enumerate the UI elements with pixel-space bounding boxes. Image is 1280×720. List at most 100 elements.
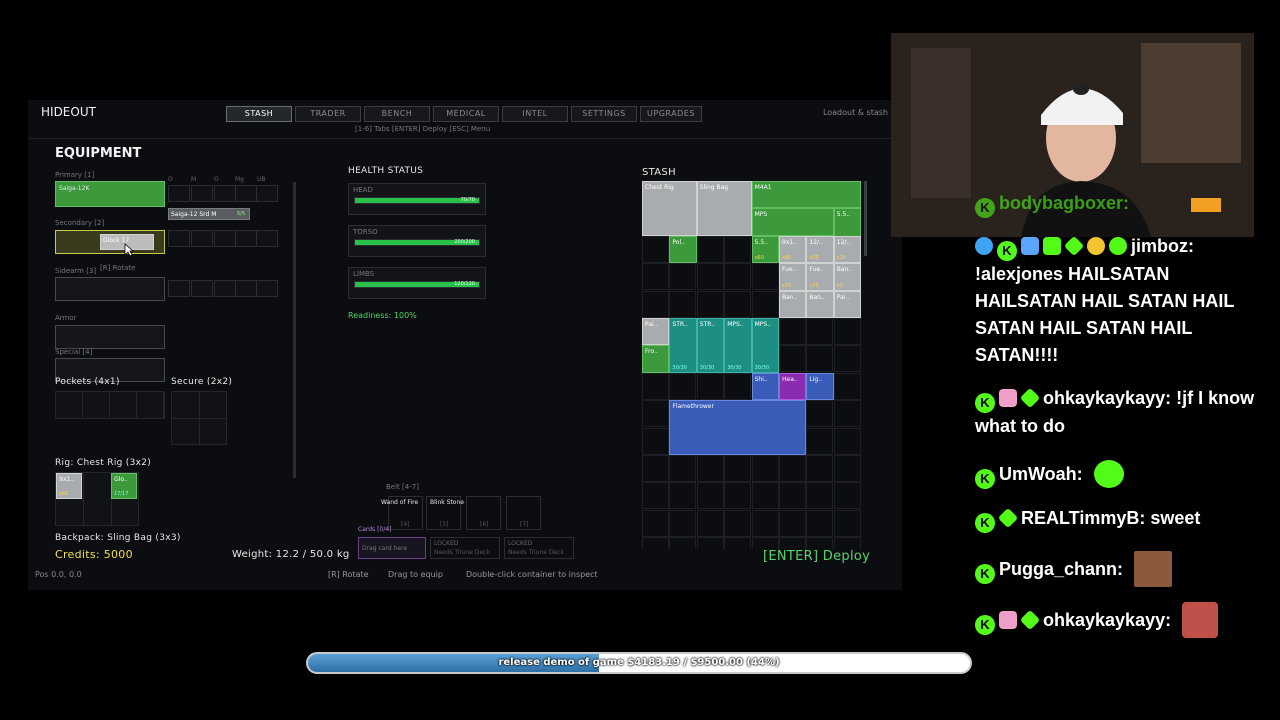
secure-grid[interactable] [171,391,227,445]
tab-settings[interactable]: SETTINGS [571,106,637,122]
stash-cell[interactable] [724,482,752,510]
stash-cell[interactable] [751,263,779,291]
mod-slot[interactable] [191,280,213,297]
stash-item[interactable]: STR.. 30/30 [669,318,697,373]
stash-cell[interactable] [642,427,669,455]
stash-cell[interactable] [779,455,806,482]
stash-cell[interactable] [642,400,669,428]
tab-bench[interactable]: BENCH [364,106,430,122]
chat-username[interactable]: REALTimmyB: [1021,508,1145,528]
mod-slot[interactable] [235,185,257,202]
stash-item[interactable]: Pai.. [642,318,670,346]
stash-cell[interactable] [833,482,861,510]
mod-slot[interactable] [214,185,236,202]
stash-cell[interactable] [806,537,834,549]
stash-cell[interactable] [806,455,834,482]
stash-cell[interactable] [696,372,724,400]
stash-item[interactable]: 5.5.. x60 [751,235,779,264]
armor-slot[interactable] [55,325,165,349]
stash-cell[interactable] [669,509,697,537]
stash-item[interactable]: 12/.. x20 [806,235,834,264]
stash-item[interactable]: M4A1 [751,181,861,209]
stash-cell[interactable] [669,455,697,482]
stash-cell[interactable] [669,290,697,318]
stash-cell[interactable] [642,455,669,482]
stash-scrollbar[interactable] [864,181,867,256]
stash-cell[interactable] [833,509,861,537]
stash-item[interactable]: Fro.. [642,345,670,373]
tab-medical[interactable]: MEDICAL [433,106,499,122]
mod-slot[interactable] [256,280,278,297]
mod-slot[interactable] [168,280,190,297]
stash-cell[interactable] [779,537,806,549]
tab-intel[interactable]: INTEL [502,106,568,122]
stash-cell[interactable] [833,318,861,345]
stash-cell[interactable] [806,318,834,345]
stash-item[interactable]: Ban.. x3 [833,263,861,291]
primary-slot[interactable]: Saiga-12K [55,181,165,207]
mod-slot[interactable] [256,185,278,202]
stash-cell[interactable] [696,455,724,482]
stash-item[interactable]: MPS.. 30/30 [724,318,752,373]
stash-cell[interactable] [642,509,669,537]
stash-item[interactable]: MPS [751,208,834,236]
stash-cell[interactable] [696,235,724,263]
secondary-slot[interactable]: Glock 17 [55,230,165,254]
mod-slot[interactable] [168,185,190,202]
stash-cell[interactable] [696,482,724,510]
stash-cell[interactable] [833,372,861,400]
pockets-grid[interactable] [55,391,165,419]
tab-upgrades[interactable]: UPGRADES [640,106,702,122]
stash-item[interactable]: Lig.. [806,372,834,401]
stash-cell[interactable] [751,509,779,537]
stash-cell[interactable] [751,455,779,482]
stash-cell[interactable] [751,290,779,318]
stash-item[interactable]: Ban.. [806,290,834,318]
chat-username[interactable]: UmWoah: [999,464,1083,484]
stash-cell[interactable] [724,290,752,318]
stash-item[interactable]: Flamethrower [669,400,807,455]
stash-item[interactable]: Pol.. [669,235,697,264]
mod-slot[interactable] [235,280,257,297]
tab-stash[interactable]: STASH [226,106,292,122]
stash-cell[interactable] [696,290,724,318]
card-slot[interactable]: Drag card here [358,537,426,559]
stash-item[interactable]: Sling Bag [696,181,752,236]
mod-slot[interactable] [191,230,213,247]
rig-item[interactable]: 9x1.. x60 [56,473,82,499]
rig-item[interactable]: Glo.. 17/17 [111,473,137,499]
stash-cell[interactable] [642,372,669,400]
stash-grid[interactable]: Chest Rig Sling Bag M4A1 MPS 5.5.. x60 Pol.. 5.… [642,181,861,549]
stash-cell[interactable] [806,509,834,537]
stash-cell[interactable] [642,235,669,263]
stash-cell[interactable] [833,400,861,428]
stash-cell[interactable] [724,455,752,482]
stash-cell[interactable] [779,509,806,537]
stash-cell[interactable] [642,537,669,549]
stash-cell[interactable] [724,263,752,291]
stash-cell[interactable] [779,318,806,345]
stash-cell[interactable] [806,427,834,455]
mod-slot[interactable] [191,185,213,202]
stash-item[interactable]: Fue.. x75 [779,263,807,291]
stash-item[interactable]: 12/.. x20 [833,235,861,264]
stash-item[interactable]: Chest Rig [642,181,697,236]
mod-slot[interactable] [214,280,236,297]
stash-cell[interactable] [806,482,834,510]
stash-item[interactable]: Pai.. [833,290,861,318]
stash-cell[interactable] [833,427,861,455]
stash-cell[interactable] [669,482,697,510]
chat-username[interactable]: jimboz: [1131,236,1194,256]
stash-item[interactable]: MPS.. 30/30 [751,318,779,373]
chat-username[interactable]: ohkaykaykayy: [1043,388,1171,408]
stash-cell[interactable] [642,290,669,318]
stash-cell[interactable] [696,509,724,537]
stash-cell[interactable] [724,372,752,400]
tab-trader[interactable]: TRADER [295,106,361,122]
stash-cell[interactable] [724,509,752,537]
stash-cell[interactable] [669,263,697,291]
stash-item[interactable]: Hea.. [779,372,807,401]
stash-cell[interactable] [806,400,834,428]
stash-item[interactable]: Shi.. [751,372,779,401]
magazine-item[interactable]: Saiga-12 Srd M 5/5 [168,208,250,220]
